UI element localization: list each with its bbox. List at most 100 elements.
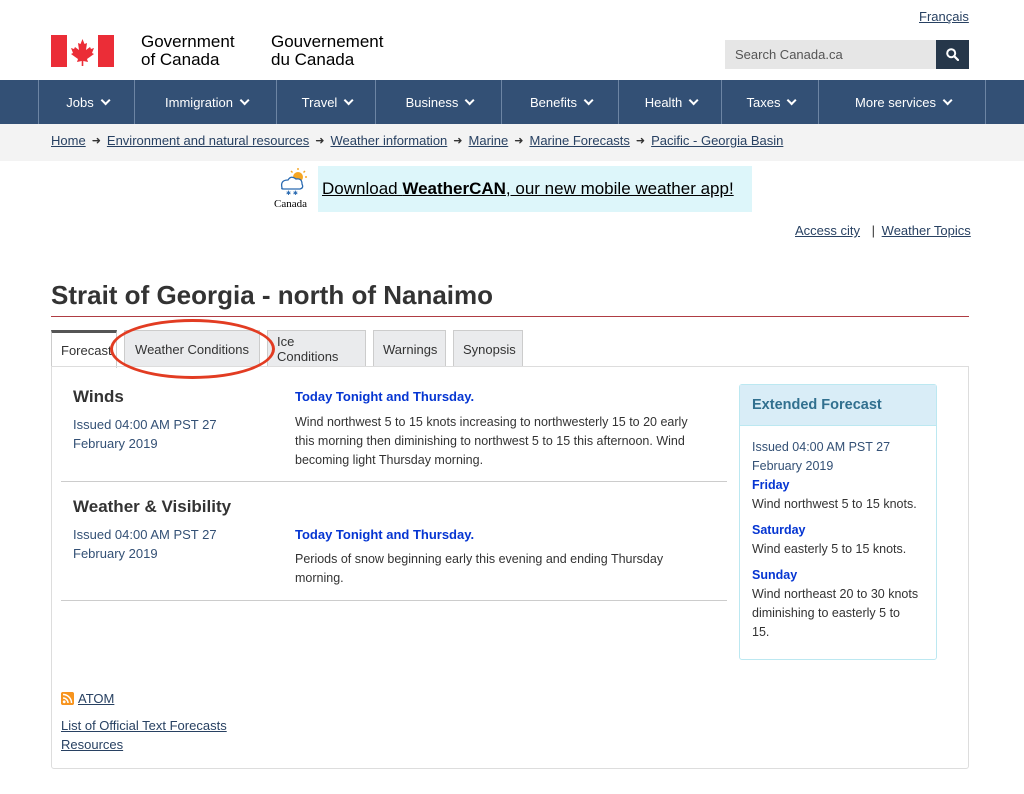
main-menu: Jobs Immigration Travel Business Benefit… — [0, 80, 1024, 124]
nav-item-label: Business — [405, 94, 459, 110]
forecast-line: morning. — [295, 571, 344, 585]
breadcrumb-home[interactable]: Home — [51, 133, 86, 148]
banner-text-suffix: , our new mobile weather app! — [505, 179, 734, 198]
extended-issued-line: February 2019 — [752, 459, 834, 473]
forecast-line: becoming light Thursday morning. — [295, 453, 484, 467]
nav-item-label: Benefits — [530, 94, 577, 110]
winds-forecast-text: Wind northwest 5 to 15 knots increasing … — [295, 413, 688, 470]
breadcrumb: Home ➜ Environment and natural resources… — [51, 133, 783, 148]
svg-text:✱ ✱: ✱ ✱ — [286, 190, 298, 196]
arrow-right-icon: ➜ — [635, 135, 646, 147]
tab-synopsis[interactable]: Synopsis — [453, 330, 523, 367]
banner-text-bold: WeatherCAN — [402, 179, 506, 198]
winds-issued: Issued 04:00 AM PST 27 February 2019 — [73, 415, 217, 453]
issued-line: February 2019 — [73, 546, 158, 561]
weathercan-download-link[interactable]: Download WeatherCAN, our new mobile weat… — [322, 179, 734, 199]
page-title: Strait of Georgia - north of Nanaimo — [51, 280, 494, 310]
tab-forecast[interactable]: Forecast — [51, 330, 117, 368]
chevron-down-icon — [688, 94, 699, 105]
breadcrumb-marine-forecasts[interactable]: Marine Forecasts — [529, 133, 629, 148]
winds-period: Today Tonight and Thursday. — [295, 389, 475, 404]
breadcrumb-marine[interactable]: Marine — [469, 133, 509, 148]
link-separator: | — [871, 223, 876, 238]
extended-day-text: Wind easterly 5 to 15 knots. — [752, 542, 907, 556]
nav-item-label: Jobs — [66, 94, 94, 110]
search-form — [725, 40, 969, 69]
forecast-line: this morning then diminishing to northwe… — [295, 434, 685, 448]
issued-line: Issued 04:00 AM PST 27 — [73, 527, 217, 542]
nav-item-health[interactable]: Health — [619, 80, 722, 124]
extended-forecast-panel: Extended Forecast Issued 04:00 AM PST 27… — [739, 384, 937, 660]
language-toggle-link[interactable]: Français — [919, 9, 969, 24]
weather-topics-link[interactable]: Weather Topics — [882, 223, 971, 238]
tab-warnings[interactable]: Warnings — [373, 330, 446, 367]
tab-label: Synopsis — [463, 341, 516, 357]
weather-visibility-heading: Weather & Visibility — [73, 497, 232, 516]
forecast-line: Wind northwest 5 to 15 knots increasing … — [295, 415, 688, 429]
nav-item-taxes[interactable]: Taxes — [722, 80, 819, 124]
breadcrumb-bar: Home ➜ Environment and natural resources… — [0, 124, 1024, 161]
tab-label: Warnings — [383, 341, 438, 357]
wordmark-en-line1: Government — [141, 32, 235, 51]
tab-label: Forecast — [61, 343, 112, 358]
weather-visibility-text: Periods of snow beginning early this eve… — [295, 550, 663, 588]
extended-day-friday: Friday — [752, 478, 790, 492]
nav-item-immigration[interactable]: Immigration — [135, 80, 277, 124]
chevron-down-icon — [583, 94, 594, 105]
resources-link[interactable]: Resources — [61, 737, 123, 752]
canada-flag-icon — [51, 35, 114, 67]
nav-item-business[interactable]: Business — [376, 80, 502, 124]
extended-forecast-body: Issued 04:00 AM PST 27 February 2019 Fri… — [740, 426, 936, 654]
chevron-down-icon — [787, 94, 798, 105]
extended-day-text: 15. — [752, 625, 770, 639]
winds-heading: Winds — [73, 387, 124, 406]
nav-item-jobs[interactable]: Jobs — [38, 80, 135, 124]
chevron-down-icon — [343, 94, 354, 105]
search-input[interactable] — [725, 40, 936, 69]
wordmark-fr-line1: Gouvernement — [271, 32, 384, 51]
issued-line: February 2019 — [73, 436, 158, 451]
tab-ice-conditions[interactable]: Ice Conditions — [267, 330, 366, 367]
breadcrumb-pacific-georgia-basin[interactable]: Pacific - Georgia Basin — [651, 133, 783, 148]
search-icon — [946, 48, 959, 61]
forecast-line: Periods of snow beginning early this eve… — [295, 552, 664, 566]
nav-item-travel[interactable]: Travel — [277, 80, 376, 124]
nav-item-label: More services — [855, 94, 936, 110]
wordmark-en-line2: of Canada — [141, 50, 220, 69]
weather-visibility-issued: Issued 04:00 AM PST 27 February 2019 — [73, 525, 217, 563]
chevron-down-icon — [239, 94, 250, 105]
arrow-right-icon: ➜ — [453, 135, 463, 147]
weather-cloud-sun-icon: ✱ ✱ — [280, 168, 307, 196]
section-divider — [61, 600, 727, 601]
chevron-down-icon — [100, 94, 111, 105]
rss-icon — [61, 692, 74, 705]
extended-issued-line: Issued 04:00 AM PST 27 — [752, 440, 891, 454]
extended-day-text: Wind northwest 5 to 15 knots. — [752, 497, 917, 511]
extended-day-text: Wind northeast 20 to 30 knots — [752, 587, 919, 601]
issued-line: Issued 04:00 AM PST 27 — [73, 417, 217, 432]
official-text-forecasts-link[interactable]: List of Official Text Forecasts — [61, 718, 227, 733]
nav-item-benefits[interactable]: Benefits — [502, 80, 619, 124]
arrow-right-icon: ➜ — [91, 135, 101, 147]
breadcrumb-environment[interactable]: Environment and natural resources — [107, 133, 309, 148]
chevron-down-icon — [465, 94, 475, 105]
wordmark-french: Gouvernement du Canada — [271, 33, 383, 69]
extended-forecast-heading: Extended Forecast — [740, 385, 936, 426]
canada-wordmark: Canada — [274, 198, 307, 210]
access-city-link[interactable]: Access city — [795, 223, 860, 238]
chevron-down-icon — [942, 94, 953, 105]
breadcrumb-weather-information[interactable]: Weather information — [330, 133, 447, 148]
weathercan-logo: ✱ ✱ Canada — [268, 166, 318, 212]
atom-link[interactable]: ATOM — [78, 691, 114, 706]
weather-visibility-period: Today Tonight and Thursday. — [295, 527, 475, 542]
nav-item-label: Immigration — [165, 94, 233, 110]
top-links: Access city | Weather Topics — [795, 223, 971, 238]
nav-item-label: Travel — [301, 94, 338, 110]
nav-item-label: Taxes — [746, 94, 781, 110]
nav-item-more-services[interactable]: More services — [819, 80, 986, 124]
search-button[interactable] — [936, 40, 969, 69]
banner-text-prefix: Download — [322, 179, 403, 198]
nav-item-label: Health — [644, 94, 683, 110]
tab-label: Ice Conditions — [277, 334, 339, 364]
weathercan-banner[interactable]: ✱ ✱ Canada Download WeatherCAN, our new … — [268, 166, 752, 212]
